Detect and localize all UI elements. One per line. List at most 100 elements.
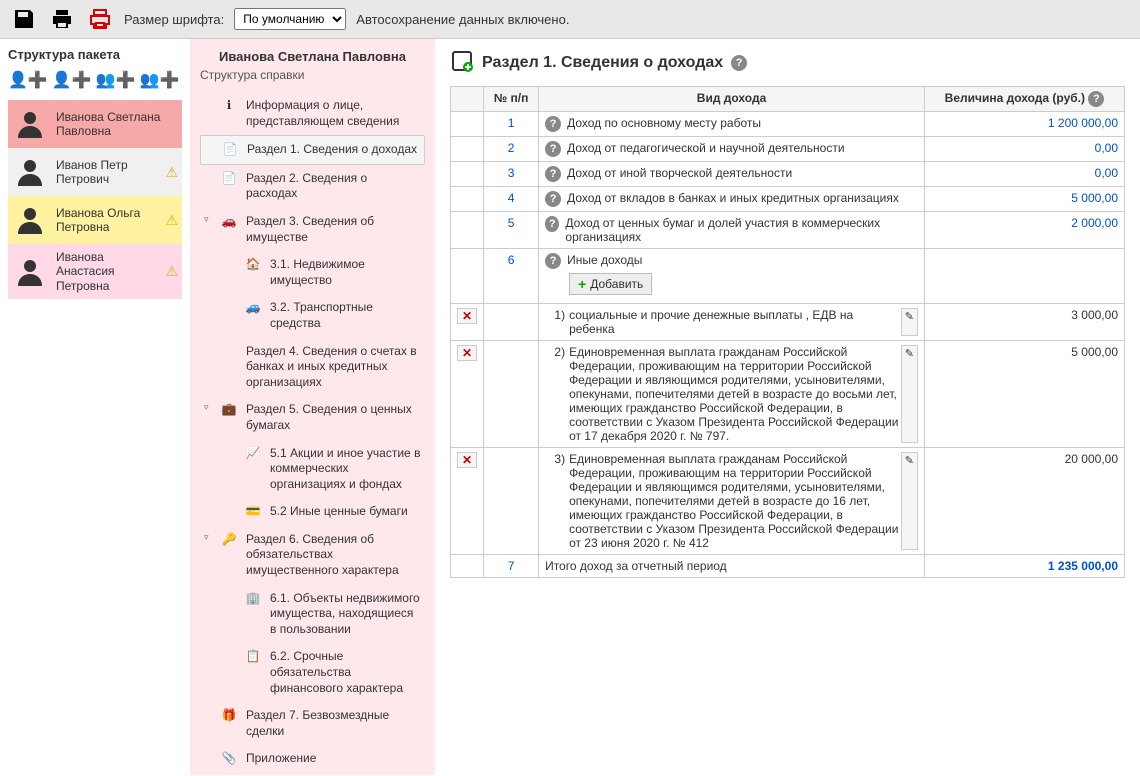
income-type: Доход от ценных бумаг и долей участия в … [565,216,918,244]
nav-item-icon: 🏠 [244,257,262,273]
subrow-text: Единовременная выплата гражданам Российс… [569,452,901,550]
income-amount[interactable]: 0,00 [1095,166,1118,180]
person-avatar-icon [12,106,48,142]
row-help-icon[interactable]: ? [545,116,561,132]
delete-button[interactable]: ✕ [457,452,477,468]
nav-item-label: Раздел 5. Сведения о ценных бумагах [246,402,421,433]
autosave-label: Автосохранение данных включено. [356,12,569,27]
th-num: № п/п [484,87,539,112]
income-amount[interactable]: 2 000,00 [1071,216,1118,230]
nav-item[interactable]: Раздел 4. Сведения о счетах в банках и и… [200,338,425,397]
section-icon [450,49,474,76]
nav-item-icon: 🚗 [220,214,238,230]
income-amount[interactable]: 1 200 000,00 [1048,116,1118,130]
content-title: Раздел 1. Сведения о доходах [482,54,723,72]
table-row: 2 ?Доход от педагогической и научной дея… [451,137,1125,162]
person-avatar-icon [12,202,48,238]
print-icon[interactable] [48,5,76,33]
nav-item-icon: 🎁 [220,708,238,724]
table-total-row: 7 Итого доход за отчетный период 1 235 0… [451,555,1125,578]
nav-item-label: Раздел 6. Сведения об обязательствах иму… [246,532,421,579]
toolbar: Размер шрифта: По умолчанию Автосохранен… [0,0,1140,39]
nav-item-label: 6.1. Объекты недвижимого имущества, нахо… [270,591,421,638]
table-row: 6 ? Иные доходы +Добавить [451,249,1125,304]
help-amount-icon[interactable]: ? [1088,91,1104,107]
income-type: Иные доходы [567,253,642,267]
nav-item[interactable]: ℹ Информация о лице, представляющем свед… [200,92,425,135]
print-red-icon[interactable] [86,5,114,33]
row-help-icon[interactable]: ? [545,253,561,269]
nav-item[interactable]: 📋 6.2. Срочные обязательства финансового… [200,643,425,702]
nav-item[interactable]: ▿ 💼 Раздел 5. Сведения о ценных бумагах [200,396,425,439]
person-card[interactable]: Иванова Ольга Петровна ⚠ [8,196,182,244]
edit-button[interactable]: ✎ [901,308,918,336]
person-card[interactable]: Иванова Светлана Павловна [8,100,182,148]
nav-item-icon: 💳 [244,504,262,520]
person-name: Иванова Анастасия Петровна [56,250,157,293]
delete-button[interactable]: ✕ [457,308,477,324]
nav-item[interactable]: ▿ 🔑 Раздел 6. Сведения об обязательствах… [200,526,425,585]
nav-item-label: 5.1 Акции и иное участие в коммерческих … [270,446,421,493]
income-table: № п/п Вид дохода Величина дохода (руб.) … [450,86,1125,578]
add-person-4-icon[interactable]: 👥➕ [140,70,180,90]
row-help-icon[interactable]: ? [545,191,561,207]
save-icon[interactable] [10,5,38,33]
table-subrow: ✕ 2)Единовременная выплата гражданам Рос… [451,341,1125,448]
nav-item-icon: 📈 [244,446,262,462]
add-person-3-icon[interactable]: 👥➕ [96,70,136,90]
subrow-amount: 20 000,00 [925,448,1125,555]
nav-item-icon: 📋 [244,649,262,665]
person-card[interactable]: Иванова Анастасия Петровна ⚠ [8,244,182,299]
income-type: Доход по основному месту работы [567,116,761,130]
help-icon[interactable]: ? [731,55,747,71]
nav-item[interactable]: 🏠 3.1. Недвижимое имущество [200,251,425,294]
nav-item[interactable]: 🚙 3.2. Транспортные средства [200,294,425,337]
add-person-1-icon[interactable]: 👤➕ [8,70,48,90]
delete-button[interactable]: ✕ [457,345,477,361]
person-name: Иванов Петр Петрович [56,158,157,187]
row-number: 6 [484,249,539,304]
nav-item[interactable]: ▿ 🚗 Раздел 3. Сведения об имуществе [200,208,425,251]
nav-item-icon: 🔑 [220,532,238,548]
income-type: Доход от вкладов в банках и иных кредитн… [567,191,899,205]
nav-item-label: Раздел 4. Сведения о счетах в банках и и… [246,344,421,391]
income-amount[interactable]: 0,00 [1095,141,1118,155]
font-size-select[interactable]: По умолчанию [234,8,346,30]
row-help-icon[interactable]: ? [545,166,561,182]
nav-item[interactable]: 📎 Приложение [200,745,425,773]
nav-item[interactable]: 📄 Раздел 2. Сведения о расходах [200,165,425,208]
sidebar-structure: Иванова Светлана Павловна Структура спра… [190,39,435,775]
sidebar-title: Структура пакета [8,47,182,62]
expand-icon: ▿ [204,402,212,414]
table-row: 3 ?Доход от иной творческой деятельности… [451,162,1125,187]
add-button[interactable]: +Добавить [569,273,652,295]
subrow-amount: 5 000,00 [925,341,1125,448]
table-subrow: ✕ 3)Единовременная выплата гражданам Рос… [451,448,1125,555]
content-area: Раздел 1. Сведения о доходах ? № п/п Вид… [435,39,1140,775]
nav-item[interactable]: 🎁 Раздел 7. Безвозмездные сделки [200,702,425,745]
person-card[interactable]: Иванов Петр Петрович ⚠ [8,148,182,196]
edit-button[interactable]: ✎ [901,345,918,443]
warning-icon: ⚠ [165,164,178,181]
row-help-icon[interactable]: ? [545,216,559,232]
nav-item-label: Раздел 7. Безвозмездные сделки [246,708,421,739]
row-number: 7 [484,555,539,578]
nav-item[interactable]: 🏢 6.1. Объекты недвижимого имущества, на… [200,585,425,644]
income-amount[interactable]: 5 000,00 [1071,191,1118,205]
add-label: Добавить [590,277,643,291]
warning-icon: ⚠ [165,263,178,280]
add-person-2-icon[interactable]: 👤➕ [52,70,92,90]
nav-item-icon: 📄 [221,142,239,158]
nav-item[interactable]: 📄 Раздел 1. Сведения о доходах [200,135,425,165]
edit-button[interactable]: ✎ [901,452,918,550]
table-row: 4 ?Доход от вкладов в банках и иных кред… [451,187,1125,212]
structure-person-name: Иванова Светлана Павловна [200,49,425,64]
income-type: Доход от иной творческой деятельности [567,166,792,180]
row-help-icon[interactable]: ? [545,141,561,157]
table-row: 1 ?Доход по основному месту работы 1 200… [451,112,1125,137]
nav-item-label: 6.2. Срочные обязательства финансового х… [270,649,421,696]
nav-item[interactable]: 💳 5.2 Иные ценные бумаги [200,498,425,526]
subrow-text: социальные и прочие денежные выплаты , Е… [569,308,901,336]
nav-item-label: Раздел 1. Сведения о доходах [247,142,420,158]
nav-item[interactable]: 📈 5.1 Акции и иное участие в коммерчески… [200,440,425,499]
